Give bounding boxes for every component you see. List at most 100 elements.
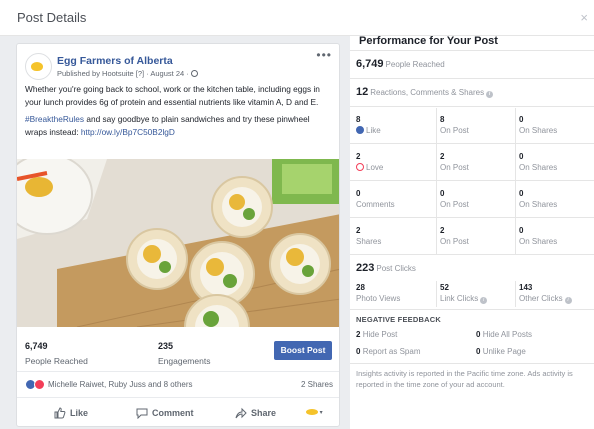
- engagements-value: 235: [158, 341, 174, 351]
- post-meta: Published by Hootsuite [?] · August 24 ·: [57, 69, 198, 78]
- post-url-link[interactable]: http://ow.ly/Bp7C50B2lgD: [81, 127, 175, 137]
- column-divider: [436, 281, 437, 307]
- like-on-post: 8: [440, 115, 445, 124]
- performance-panel: Performance for Your Post 6,749 People Re…: [350, 35, 594, 429]
- shares-caption: Shares: [356, 237, 382, 246]
- timezone-footnote: Insights activity is reported in the Pac…: [356, 369, 573, 389]
- people-reached-metric: 6,749 People Reached: [356, 58, 445, 70]
- globe-icon: [190, 70, 198, 77]
- comments-on-post: 0: [440, 189, 445, 198]
- love-on-post-label: On Post: [440, 163, 469, 172]
- more-options-icon[interactable]: •••: [316, 48, 332, 62]
- info-icon[interactable]: i: [486, 91, 494, 98]
- people-reached-value: 6,749: [25, 341, 48, 351]
- people-reached-caption: People Reached: [385, 60, 445, 69]
- other-clicks-label-text: Other Clicks: [519, 294, 563, 303]
- spam-label: Report as Spam: [362, 347, 421, 356]
- info-icon[interactable]: i: [564, 297, 572, 304]
- post-stats: 6,749 People Reached 235 Engagements Boo…: [17, 335, 339, 371]
- comment-icon: [136, 408, 148, 420]
- love-reaction-icon[interactable]: [34, 379, 45, 390]
- page-selector[interactable]: ▾: [306, 409, 323, 416]
- share-arrow-icon: [235, 407, 247, 419]
- comments-caption: Comments: [356, 200, 395, 209]
- thumbs-up-icon: [54, 407, 66, 419]
- column-divider: [515, 108, 516, 254]
- divider: [350, 78, 594, 79]
- hide-post-value: 2: [356, 330, 361, 339]
- shares-total: 2: [356, 226, 361, 235]
- love-icon: [356, 163, 364, 171]
- egg-logo-icon: [31, 62, 43, 71]
- wrap-2: [126, 228, 188, 290]
- share-label: Share: [251, 408, 277, 418]
- divider: [350, 309, 594, 310]
- people-reached-total: 6,749: [356, 58, 384, 70]
- unlike-page-stat: 0 Unlike Page: [476, 347, 526, 356]
- like-caption: Like: [356, 126, 381, 135]
- reactions-metric: 12 Reactions, Comments & Shares i: [356, 86, 494, 98]
- engagements-label: Engagements: [158, 356, 211, 366]
- spam-value: 0: [356, 347, 361, 356]
- hide-all-label: Hide All Posts: [482, 330, 533, 339]
- hashtag-link[interactable]: #BreaktheRules: [25, 114, 84, 124]
- photo-views-value: 28: [356, 283, 365, 292]
- reactions-bar: Michelle Raiwet, Ruby Juss and 8 others …: [17, 371, 339, 397]
- shares-count[interactable]: 2 Shares: [301, 380, 333, 389]
- like-on-shares: 0: [519, 115, 524, 124]
- love-on-shares-label: On Shares: [519, 163, 558, 172]
- shares-on-post: 2: [440, 226, 445, 235]
- page-logo-icon: [306, 409, 318, 415]
- like-label: Like: [70, 408, 89, 418]
- info-icon[interactable]: i: [480, 297, 488, 304]
- chevron-down-icon: ▾: [319, 410, 323, 416]
- page-avatar[interactable]: [25, 53, 52, 80]
- like-on-post-label: On Post: [440, 126, 469, 135]
- column-divider: [436, 108, 437, 254]
- divider: [350, 217, 594, 218]
- post-clicks-metric: 223 Post Clicks: [356, 262, 416, 274]
- post-paragraph-1: Whether you're going back to school, wor…: [25, 84, 320, 107]
- comment-label: Comment: [152, 408, 194, 418]
- dialog-header: Post Details ×: [0, 0, 594, 36]
- love-caption-text: Love: [366, 163, 384, 172]
- like-total: 8: [356, 115, 361, 124]
- comments-total: 0: [356, 189, 361, 198]
- other-clicks-value: 143: [519, 283, 533, 292]
- post-clicks-caption: Post Clicks: [376, 264, 416, 273]
- comment-button[interactable]: Comment: [136, 407, 194, 420]
- hide-post-stat: 2 Hide Post: [356, 330, 397, 339]
- divider: [350, 106, 594, 107]
- column-divider: [515, 281, 516, 307]
- hide-post-label: Hide Post: [362, 330, 398, 339]
- divider: [350, 143, 594, 144]
- like-caption-text: Like: [366, 126, 381, 135]
- comments-on-shares: 0: [519, 189, 524, 198]
- share-button[interactable]: Share: [235, 407, 276, 419]
- boost-post-button[interactable]: Boost Post: [274, 341, 332, 360]
- close-icon[interactable]: ×: [580, 10, 588, 25]
- divider: [350, 254, 594, 255]
- hide-all-posts-stat: 0 Hide All Posts: [476, 330, 532, 339]
- reactions-total: 12: [356, 86, 369, 98]
- post-photo[interactable]: [17, 159, 339, 327]
- unlike-label: Unlike Page: [482, 347, 526, 356]
- divider: [350, 50, 594, 51]
- reaction-names[interactable]: Michelle Raiwet, Ruby Juss and 8 others: [48, 380, 193, 389]
- other-clicks-label: Other Clicks i: [519, 294, 572, 304]
- like-button[interactable]: Like: [54, 407, 88, 419]
- post-clicks-total: 223: [356, 262, 375, 274]
- photo-views-label: Photo Views: [356, 294, 401, 303]
- unlike-value: 0: [476, 347, 481, 356]
- shares-on-post-label: On Post: [440, 237, 469, 246]
- like-icon: [356, 126, 364, 134]
- shares-on-shares-label: On Shares: [519, 237, 558, 246]
- link-clicks-label: Link Clicks i: [440, 294, 488, 304]
- wrap-1: [211, 176, 273, 238]
- love-caption: Love: [356, 163, 383, 172]
- comments-on-shares-label: On Shares: [519, 200, 558, 209]
- negative-feedback-title: NEGATIVE FEEDBACK: [356, 315, 441, 324]
- link-clicks-value: 52: [440, 283, 449, 292]
- page-name-link[interactable]: Egg Farmers of Alberta: [57, 55, 173, 67]
- love-on-post: 2: [440, 152, 445, 161]
